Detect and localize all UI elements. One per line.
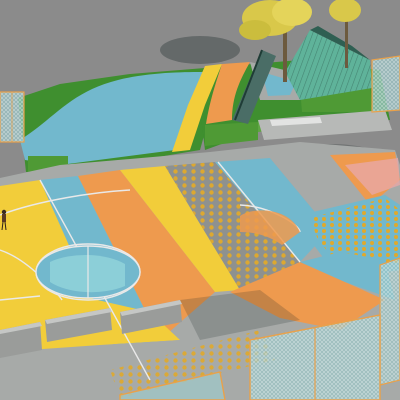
left-fence <box>0 91 25 143</box>
playground-scene <box>0 0 400 400</box>
tree-shadow <box>160 36 240 64</box>
center-circle <box>35 245 141 299</box>
right-fence <box>379 257 400 386</box>
upper-right-fence <box>371 55 400 113</box>
